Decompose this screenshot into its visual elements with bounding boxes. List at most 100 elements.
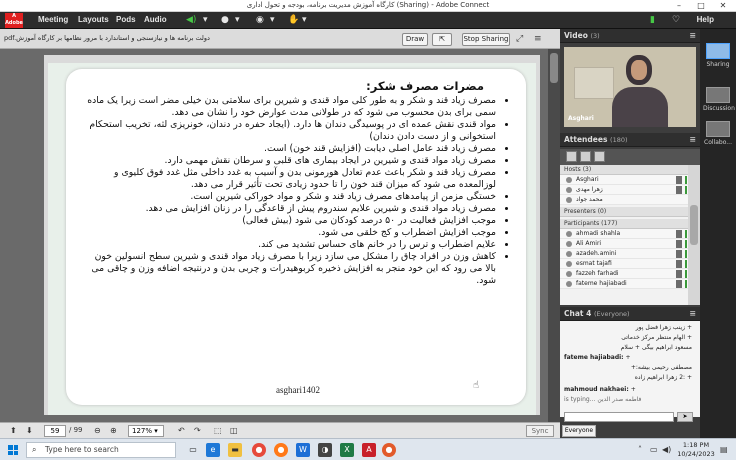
- firefox-icon[interactable]: ●: [274, 443, 288, 457]
- app-menubar: A Adobe Meeting Layouts Pods Audio ◀) ▾ ●…: [0, 12, 736, 29]
- menu-pods[interactable]: Pods: [116, 15, 136, 24]
- list-item[interactable]: محمد جواد: [560, 195, 688, 205]
- excel-icon[interactable]: X: [340, 443, 354, 457]
- list-item[interactable]: Asghari: [560, 175, 688, 185]
- presenters-section[interactable]: Presenters (0): [560, 207, 688, 217]
- menu-layouts[interactable]: Layouts: [78, 15, 109, 24]
- adobe-logo: A Adobe: [5, 13, 23, 28]
- list-view-icon[interactable]: [566, 151, 577, 162]
- page-number-input[interactable]: 59: [44, 425, 66, 437]
- chat-message: fateme hajiabadi: +: [564, 354, 631, 361]
- word-icon[interactable]: W: [296, 443, 310, 457]
- volume-icon[interactable]: ◀): [662, 445, 671, 454]
- document-scrollbar[interactable]: [548, 49, 560, 422]
- status-icon: [676, 280, 682, 288]
- webcam-icon[interactable]: ◉: [256, 14, 264, 26]
- cursor-button[interactable]: ⇱: [432, 33, 452, 46]
- zoom-select[interactable]: 127% ▾: [128, 425, 164, 437]
- scrollbar-thumb[interactable]: [550, 53, 558, 83]
- list-item[interactable]: azadeh.amini: [560, 249, 688, 259]
- grid-view-icon[interactable]: [580, 151, 591, 162]
- layout-thumbnail: [706, 87, 730, 103]
- chat-input[interactable]: [564, 412, 674, 422]
- file-explorer-icon[interactable]: ▬: [228, 443, 242, 457]
- presenter-body: [612, 87, 668, 127]
- slide-bullet: خستگی مزمن از پیامدهای مصرف زیاد قند و ش…: [84, 191, 496, 203]
- taskbar-clock[interactable]: 1:18 PM 10/24/2023: [676, 441, 716, 459]
- zoom-out-icon[interactable]: ⊖: [94, 425, 101, 437]
- hosts-section[interactable]: Hosts (3): [560, 165, 688, 175]
- pod-menu-icon[interactable]: ≡: [689, 29, 696, 43]
- layout-collaboration[interactable]: Collabo...: [703, 121, 733, 146]
- chevron-down-icon[interactable]: ▾: [302, 14, 307, 26]
- pod-menu-icon[interactable]: ≡: [534, 34, 542, 44]
- attendees-list: Hosts (3) Asghari زهرا مهدی محمد جواد Pr…: [560, 165, 700, 305]
- scrollbar-thumb[interactable]: [690, 205, 698, 245]
- undo-icon[interactable]: ↶: [178, 425, 185, 437]
- chat-tab-everyone[interactable]: Everyone: [562, 425, 596, 437]
- chat-scope: (Everyone): [593, 310, 630, 318]
- pod-menu-icon[interactable]: ≡: [689, 307, 696, 321]
- menu-meeting[interactable]: Meeting: [38, 15, 68, 24]
- minimize-button[interactable]: –: [668, 0, 690, 12]
- media-icon[interactable]: ◑: [318, 443, 332, 457]
- chrome-icon[interactable]: ●: [252, 443, 266, 457]
- next-page-icon[interactable]: ⬇: [26, 425, 33, 437]
- start-button[interactable]: [8, 445, 18, 455]
- redo-icon[interactable]: ↷: [194, 425, 201, 437]
- sync-button[interactable]: Sync: [526, 425, 554, 437]
- slide-bullet: موجب افزایش فعالیت در ۵۰ درصد کودکان می …: [84, 215, 496, 227]
- tray-chevron-icon[interactable]: ˄: [638, 445, 642, 454]
- slide-bullets: مصرف زیاد قند و شکر و به طور کلی مواد قن…: [84, 95, 508, 287]
- close-button[interactable]: ✕: [712, 0, 734, 12]
- hand-cursor-icon: ☝: [473, 380, 480, 391]
- user-icon: [566, 197, 572, 203]
- taskbar-search[interactable]: ⌕ Type here to search: [26, 442, 176, 458]
- chat-send-button[interactable]: ➤: [677, 412, 693, 422]
- chevron-down-icon[interactable]: ▾: [270, 14, 275, 26]
- list-item[interactable]: Ali Amiri: [560, 239, 688, 249]
- slide-bullet: کاهش وزن در افراد چاق را مشکل می سازد زی…: [84, 251, 496, 287]
- heart-icon[interactable]: ♡: [672, 14, 680, 26]
- previous-page-icon[interactable]: ⬆: [10, 425, 17, 437]
- video-presenter-name: Asghari: [568, 115, 594, 122]
- fit-width-icon[interactable]: ⬚: [214, 425, 222, 437]
- menu-audio[interactable]: Audio: [144, 15, 167, 24]
- video-pod-title: Video: [564, 31, 588, 40]
- list-item[interactable]: زهرا مهدی: [560, 185, 688, 195]
- chevron-down-icon[interactable]: ▾: [235, 14, 240, 26]
- app-icon[interactable]: ●: [382, 443, 396, 457]
- edge-icon[interactable]: e: [206, 443, 220, 457]
- draw-button[interactable]: Draw: [402, 33, 428, 46]
- raise-hand-icon[interactable]: ✋: [288, 14, 299, 26]
- status-view-icon[interactable]: [594, 151, 605, 162]
- layout-discussion[interactable]: Discussion: [703, 87, 735, 112]
- pod-menu-icon[interactable]: ≡: [689, 133, 696, 147]
- maximize-button[interactable]: □: [690, 0, 712, 12]
- window-controls: – □ ✕: [668, 0, 734, 12]
- chevron-down-icon[interactable]: ▾: [203, 14, 208, 26]
- list-item[interactable]: esmat tajafi: [560, 259, 688, 269]
- fit-page-icon[interactable]: ◫: [230, 425, 238, 437]
- status-icon: [676, 240, 682, 248]
- attendees-scrollbar[interactable]: [688, 165, 700, 305]
- participants-section[interactable]: Participants (177): [560, 219, 688, 229]
- fullscreen-icon[interactable]: ⤢: [516, 34, 523, 44]
- list-item[interactable]: fateme hajiabadi: [560, 279, 688, 289]
- list-item[interactable]: ahmadi shahla: [560, 229, 688, 239]
- stop-sharing-button[interactable]: Stop Sharing: [462, 33, 510, 46]
- layout-sharing[interactable]: Sharing: [703, 43, 733, 68]
- zoom-in-icon[interactable]: ⊕: [110, 425, 117, 437]
- list-item[interactable]: fazzeh farhadi: [560, 269, 688, 279]
- task-view-icon[interactable]: ▭: [186, 443, 200, 457]
- notification-icon[interactable]: ▤: [720, 445, 728, 454]
- adobe-connect-icon[interactable]: A: [362, 443, 376, 457]
- attendees-toolbar: [560, 149, 700, 165]
- microphone-icon[interactable]: ●: [221, 14, 229, 26]
- video-pod-header: Video (3) ≡: [560, 29, 700, 43]
- network-icon[interactable]: ▭: [650, 445, 658, 454]
- menu-help[interactable]: Help: [697, 15, 714, 24]
- speaker-icon[interactable]: ◀): [186, 14, 196, 26]
- page-count: / 99: [69, 426, 83, 434]
- chat-message: مصطفی رحیمی بیشه:+: [630, 364, 692, 371]
